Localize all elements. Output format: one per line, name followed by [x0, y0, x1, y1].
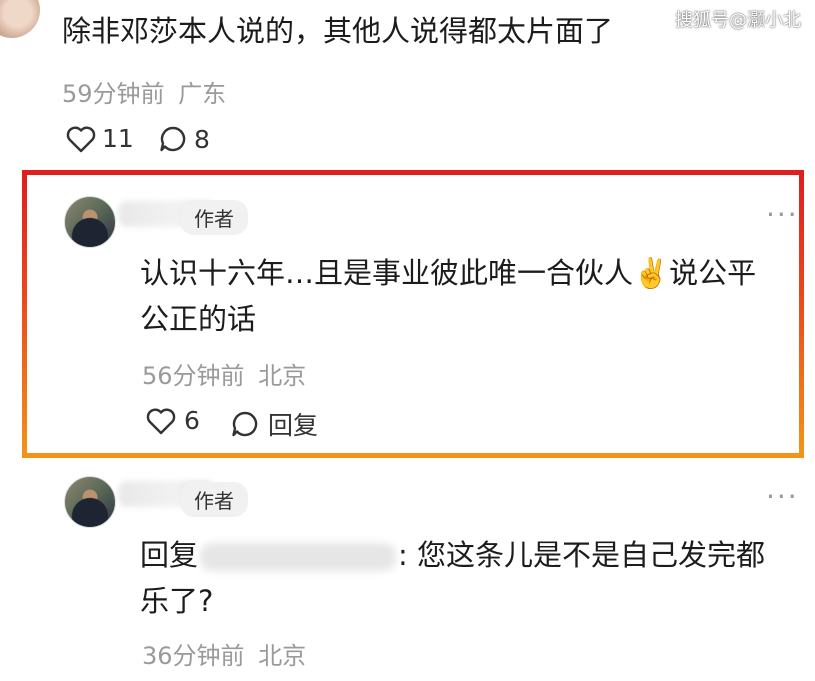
mention-redacted[interactable]	[200, 543, 397, 571]
comment-text: 除非邓莎本人说的，其他人说得都太片面了	[62, 14, 614, 48]
comment-time: 36分钟前	[142, 642, 245, 670]
like-count: 11	[102, 124, 134, 153]
comment-text-line-tail: 说公平	[669, 256, 757, 290]
comment-meta: 36分钟前 北京	[142, 636, 306, 671]
more-options-icon[interactable]: ···	[766, 198, 799, 231]
reply-label: 回复	[268, 411, 319, 440]
comment-location: 广东	[178, 80, 227, 108]
comment-text: 回复 : 您这条儿是不是自己发完都 乐了?	[140, 532, 800, 624]
comment-text-line: : 您这条儿是不是自己发完都	[398, 538, 766, 572]
comment-location: 北京	[258, 362, 307, 390]
victory-hand-emoji-icon: ✌️	[633, 256, 670, 290]
comment-time: 59分钟前	[62, 80, 165, 108]
author-badge: 作者	[180, 200, 248, 235]
avatar[interactable]	[64, 476, 116, 528]
comment-text: 认识十六年…且是事业彼此唯一合伙人✌️说公平 公正的话	[140, 250, 800, 342]
comment-text-line: 认识十六年…且是事业彼此唯一合伙人	[140, 256, 634, 290]
heart-icon	[146, 407, 176, 435]
like-button[interactable]: 11	[66, 124, 134, 153]
reply-prefix: 回复	[140, 538, 199, 572]
like-button[interactable]: 6	[146, 406, 200, 435]
comment-text-line2: 乐了?	[140, 584, 214, 618]
avatar[interactable]	[64, 196, 116, 248]
heart-icon	[66, 125, 96, 153]
comment-bubble-icon	[158, 124, 188, 154]
comment-time: 56分钟前	[142, 362, 245, 390]
author-badge: 作者	[180, 482, 248, 517]
reply-button[interactable]: 8	[158, 124, 210, 154]
comment-bubble-icon	[230, 409, 260, 439]
reply-count: 8	[194, 124, 210, 154]
like-count: 6	[184, 406, 200, 435]
more-options-icon[interactable]: ···	[766, 480, 799, 513]
watermark-label: 搜狐号@灏小北	[675, 10, 801, 31]
comment-meta: 56分钟前 北京	[142, 356, 306, 391]
avatar[interactable]	[0, 0, 40, 38]
reply-button[interactable]: 回复	[230, 406, 318, 442]
comment-meta: 59分钟前 广东	[62, 74, 226, 109]
comment-location: 北京	[258, 642, 307, 670]
comment-text-line2: 公正的话	[140, 302, 257, 336]
